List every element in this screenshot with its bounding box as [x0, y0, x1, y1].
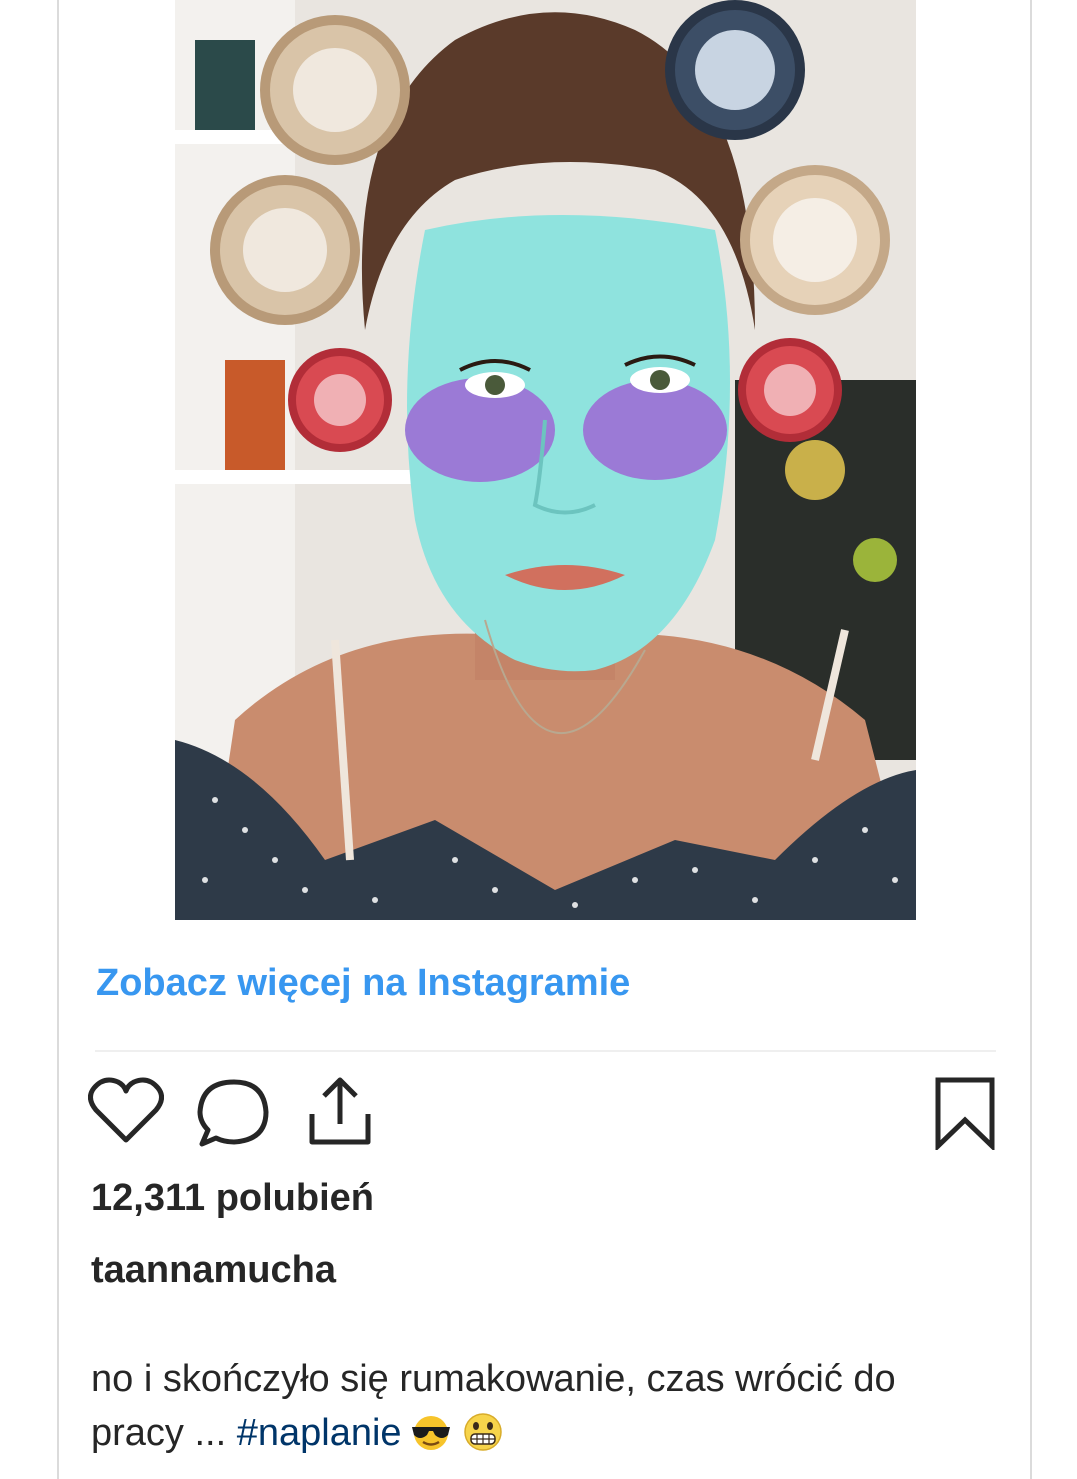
view-more-on-instagram-link[interactable]: Zobacz więcej na Instagramie [96, 962, 630, 1005]
grimacing-emoji-icon [460, 1411, 506, 1466]
sunglasses-emoji-icon [408, 1411, 454, 1466]
heart-outline-icon [88, 1077, 164, 1143]
bookmark-icon [935, 1077, 995, 1150]
post-photo[interactable] [175, 0, 916, 920]
post-caption: no i skończyło się rumakowanie, czas wró… [91, 1352, 996, 1466]
share-button[interactable] [304, 1076, 376, 1148]
save-bookmark-button[interactable] [934, 1076, 996, 1150]
likes-count[interactable]: 12,311 polubień [91, 1177, 374, 1220]
divider [95, 1050, 996, 1052]
like-button[interactable] [88, 1076, 164, 1146]
post-author-username[interactable]: taannamucha [91, 1249, 336, 1292]
speech-bubble-icon [197, 1079, 269, 1147]
post-photo-illustration [175, 0, 916, 920]
comment-button[interactable] [196, 1076, 272, 1150]
share-upload-icon [309, 1077, 371, 1145]
hashtag-link[interactable]: #naplanie [237, 1412, 402, 1454]
